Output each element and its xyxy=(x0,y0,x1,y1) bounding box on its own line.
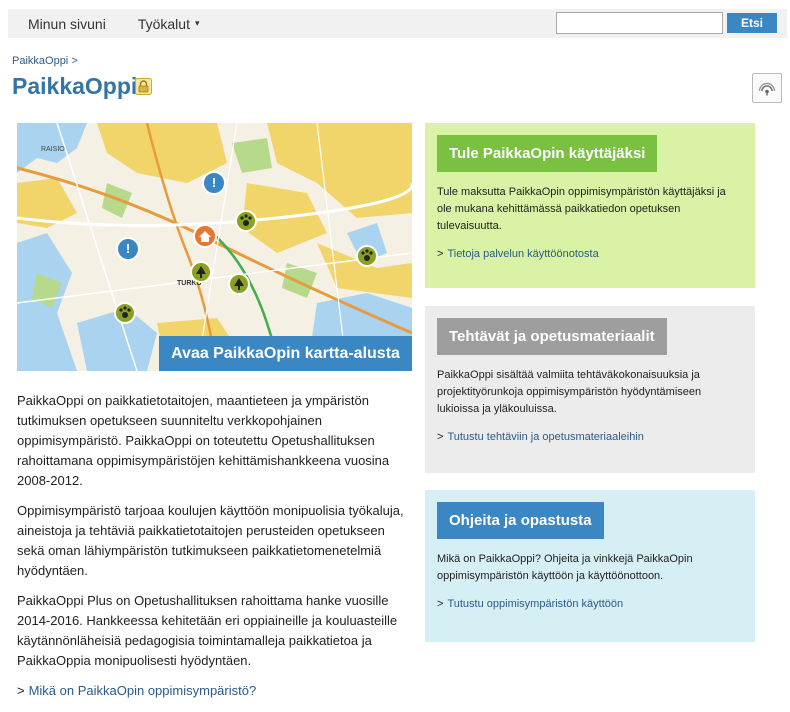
tasks-materials-link[interactable]: Tutustu tehtäviin ja opetusmateriaaleihi… xyxy=(447,431,644,443)
top-nav: Minun sivuni Työkalut ▾ xyxy=(8,9,212,38)
rss-icon xyxy=(758,82,776,96)
search-input[interactable] xyxy=(556,12,723,34)
link-arrow: > xyxy=(437,431,444,443)
nav-item-label: Työkalut xyxy=(137,15,190,32)
intro-content: PaikkaOppi on paikkatietotaitojen, maant… xyxy=(17,391,410,701)
map-label-raisio: RAISIO xyxy=(41,146,65,153)
panel-tasks-materials: Tehtävät ja opetusmateriaalit PaikkaOppi… xyxy=(425,306,755,473)
service-info-link[interactable]: Tietoja palvelun käyttöönotosta xyxy=(447,248,598,260)
intro-paragraph: Oppimisympäristö tarjoaa koulujen käyttö… xyxy=(17,503,404,578)
map-preview[interactable]: RAISIO TURKU ! ! Avaa PaikkaOpin kartta-… xyxy=(17,123,412,371)
svg-text:!: ! xyxy=(126,241,130,256)
map-image: RAISIO TURKU ! ! xyxy=(17,123,412,371)
intro-paragraph: PaikkaOppi Plus on Opetushallituksen rah… xyxy=(17,593,398,668)
more-info-link-row: > Mikä on PaikkaOpin oppimisympäristö? xyxy=(17,681,410,701)
intro-paragraph: PaikkaOppi on paikkatietotaitojen, maant… xyxy=(17,393,390,488)
home-marker-icon[interactable] xyxy=(193,224,217,248)
tree-marker-icon[interactable] xyxy=(190,261,212,283)
info-marker-icon[interactable]: ! xyxy=(202,171,226,195)
panel-text: PaikkaOppi sisältää valmiita tehtäväkoko… xyxy=(437,369,702,415)
nav-item-label: Minun sivuni xyxy=(28,15,106,32)
panel-guidance: Ohjeita ja opastusta Mikä on PaikkaOppi?… xyxy=(425,490,755,642)
nav-item-tools[interactable]: Työkalut ▾ xyxy=(118,16,212,32)
lock-icon xyxy=(135,78,152,95)
link-arrow: > xyxy=(17,683,25,698)
paw-marker-icon[interactable] xyxy=(235,210,257,232)
panel-link-row: > Tietoja palvelun käyttöönotosta xyxy=(437,248,743,260)
top-bar: Minun sivuni Työkalut ▾ Etsi xyxy=(8,9,787,38)
breadcrumb-item-paikkaoppi[interactable]: PaikkaOppi xyxy=(12,55,68,67)
panel-link-row: > Tutustu tehtäviin ja opetusmateriaaleih… xyxy=(437,431,743,443)
panel-text: Mikä on PaikkaOppi? Ohjeita ja vinkkejä … xyxy=(437,553,693,582)
link-arrow: > xyxy=(437,248,444,260)
tree-marker-icon[interactable] xyxy=(228,273,250,295)
svg-text:!: ! xyxy=(212,175,216,190)
panel-become-user: Tule PaikkaOpin käyttäjäksi Tule maksutt… xyxy=(425,123,755,288)
what-is-paikkaoppi-link[interactable]: Mikä on PaikkaOpin oppimisympäristö? xyxy=(29,683,257,698)
paw-marker-icon[interactable] xyxy=(356,245,378,267)
search-button[interactable]: Etsi xyxy=(727,13,777,33)
chevron-down-icon: ▾ xyxy=(194,18,200,28)
rss-button[interactable] xyxy=(752,73,782,103)
link-arrow: > xyxy=(437,598,444,610)
panel-link-row: > Tutustu oppimisympäristön käyttöön xyxy=(437,598,743,610)
info-marker-icon[interactable]: ! xyxy=(116,237,140,261)
paw-marker-icon[interactable] xyxy=(114,302,136,324)
page-title: PaikkaOppi xyxy=(12,73,138,99)
panel-header-become-user[interactable]: Tule PaikkaOpin käyttäjäksi xyxy=(437,135,658,172)
panel-header-tasks-materials[interactable]: Tehtävät ja opetusmateriaalit xyxy=(437,318,667,355)
panel-header-guidance[interactable]: Ohjeita ja opastusta xyxy=(437,502,604,539)
panel-text: Tule maksutta PaikkaOpin oppimisympärist… xyxy=(437,186,726,232)
breadcrumb: PaikkaOppi > xyxy=(12,55,78,67)
usage-guide-link[interactable]: Tutustu oppimisympäristön käyttöön xyxy=(447,598,623,610)
breadcrumb-separator: > xyxy=(71,55,78,67)
nav-item-my-page[interactable]: Minun sivuni xyxy=(8,16,118,32)
open-map-button[interactable]: Avaa PaikkaOpin kartta-alusta xyxy=(159,336,412,371)
